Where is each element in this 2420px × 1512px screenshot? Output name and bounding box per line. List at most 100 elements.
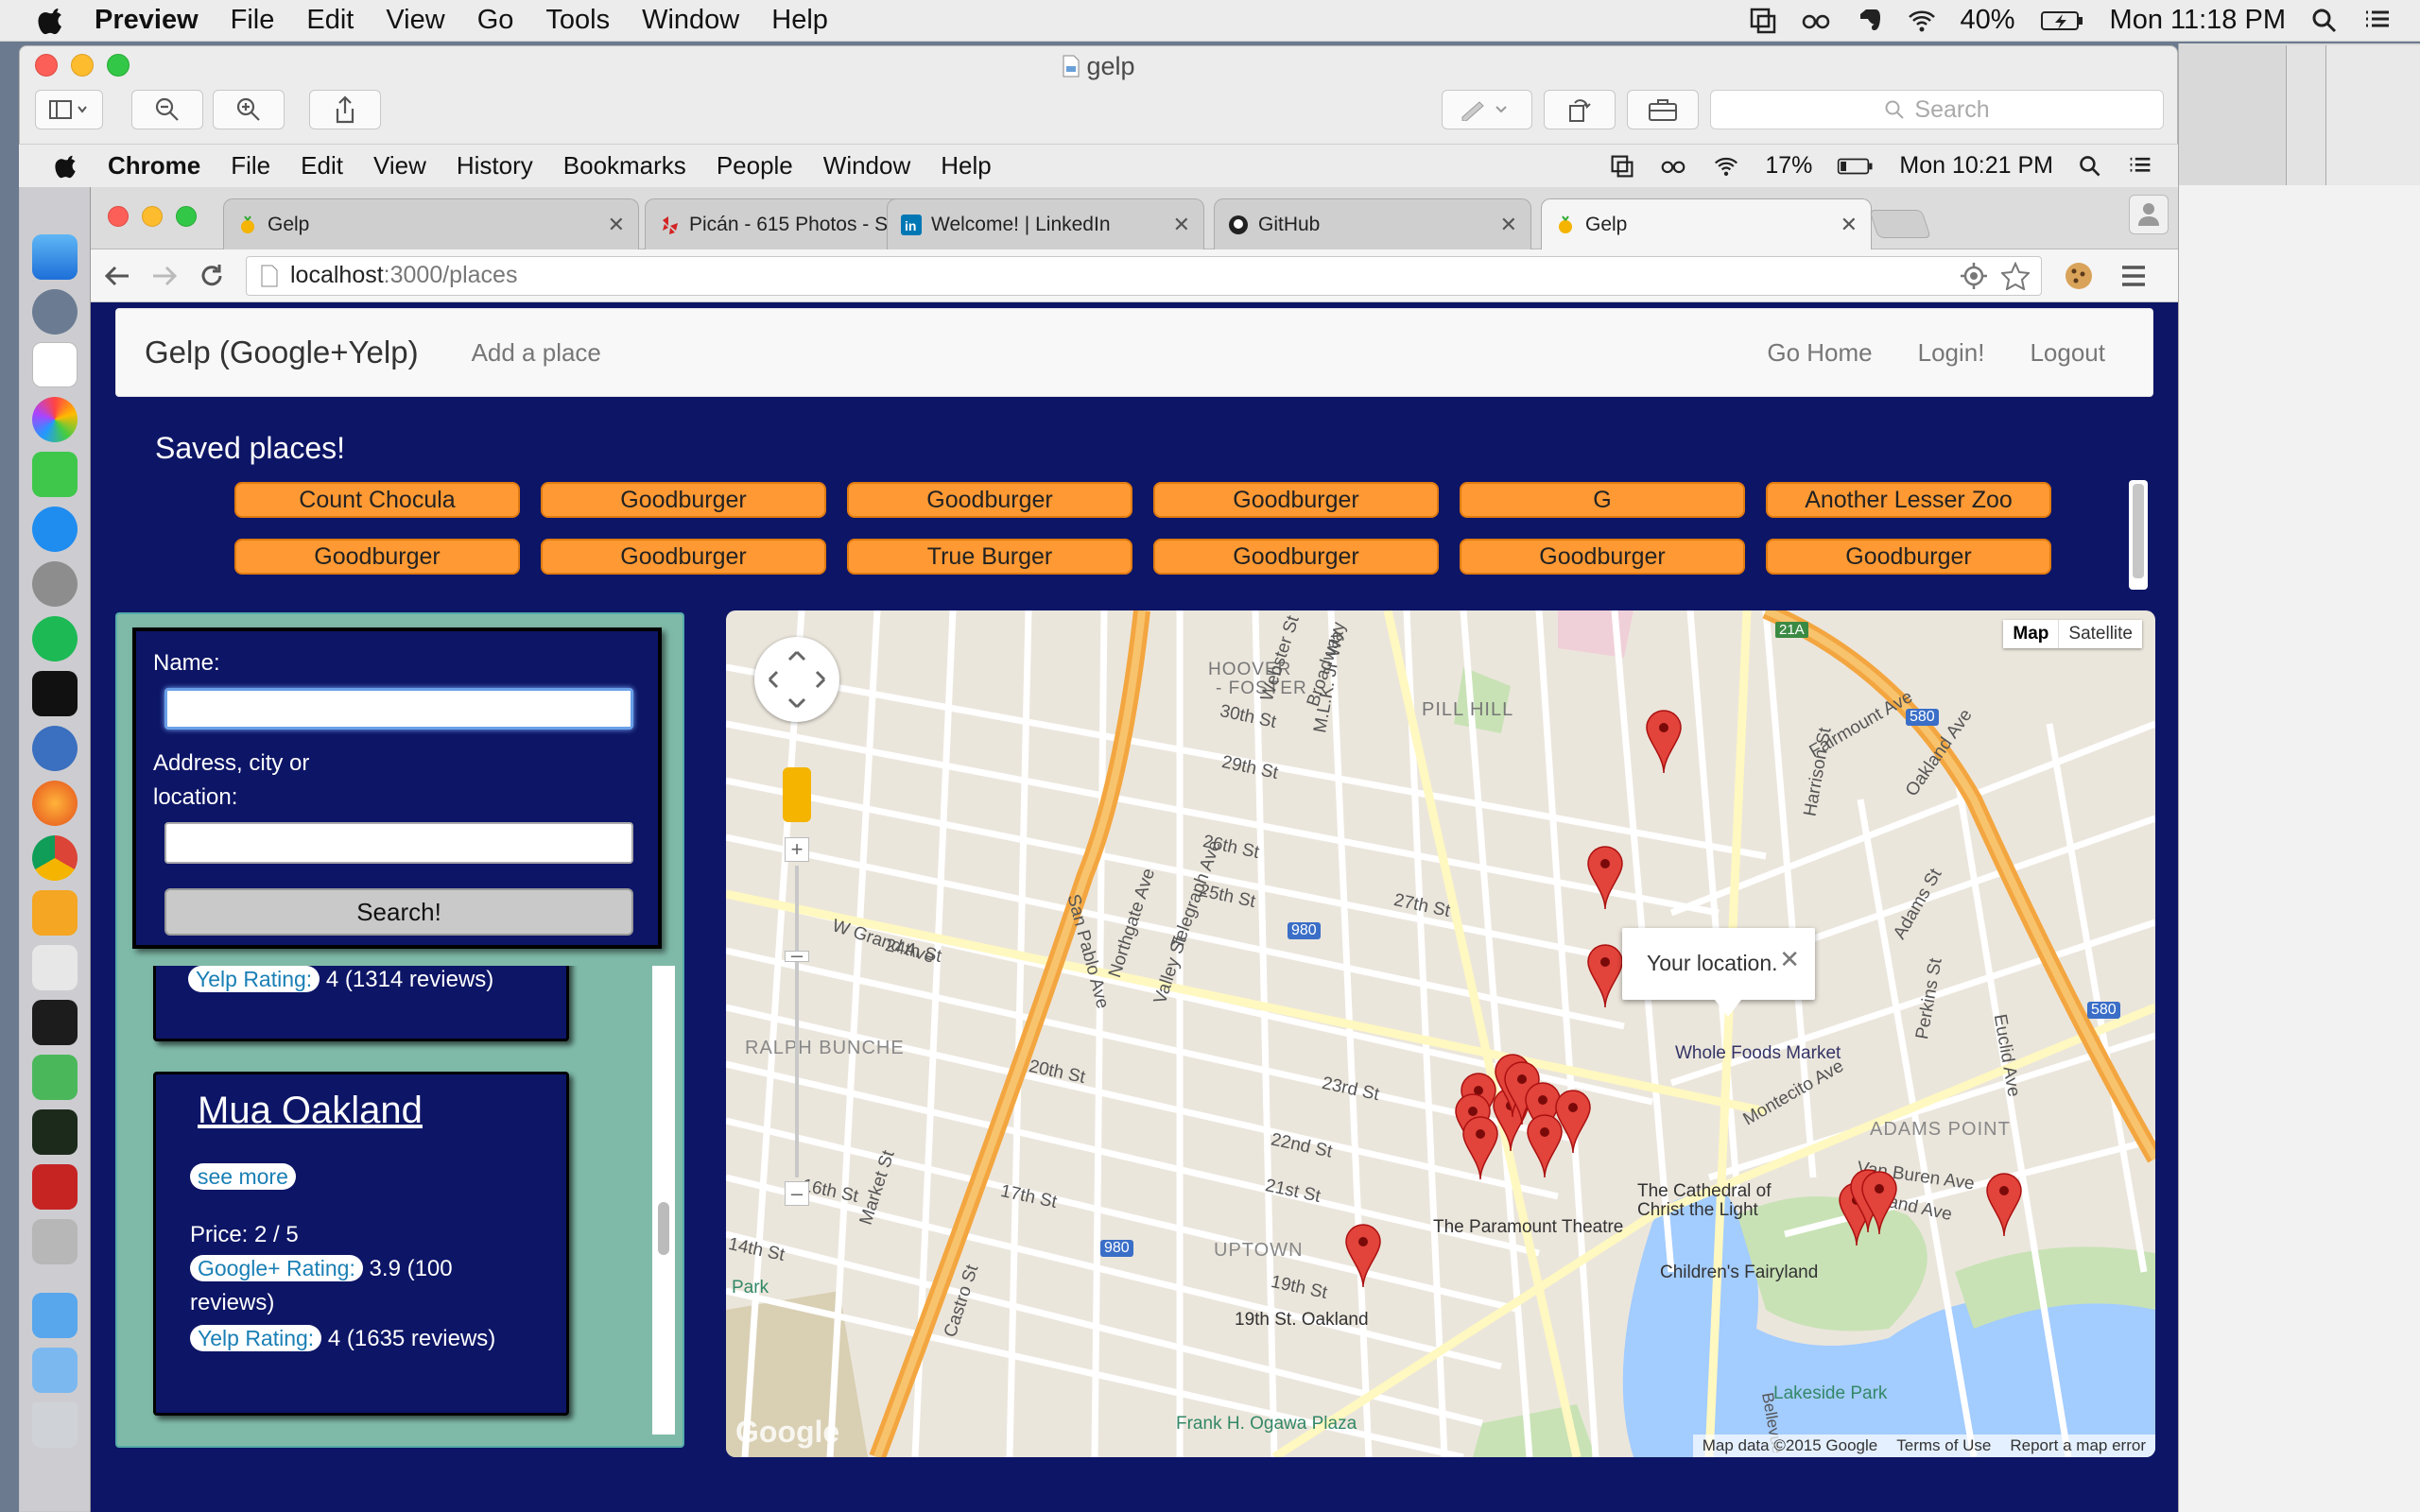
- glasses-icon[interactable]: [1659, 154, 1687, 179]
- zoom-out-button[interactable]: –: [785, 1181, 809, 1206]
- evernote-app-icon[interactable]: [32, 1055, 78, 1100]
- saved-place-button[interactable]: Goodburger: [1460, 539, 1745, 575]
- google-logo[interactable]: Google: [735, 1415, 839, 1450]
- tab-close-icon[interactable]: ✕: [1173, 213, 1190, 237]
- info-window-close-icon[interactable]: ✕: [1779, 945, 1800, 974]
- wifi-icon[interactable]: [1908, 7, 1936, 35]
- finder-icon[interactable]: [32, 234, 78, 280]
- slack-icon[interactable]: [32, 945, 78, 990]
- chrome-menu-view[interactable]: View: [373, 151, 426, 180]
- calendar-icon[interactable]: [32, 342, 78, 387]
- trash-icon[interactable]: [32, 1402, 78, 1448]
- saved-place-button[interactable]: True Burger: [847, 539, 1132, 575]
- photos-icon[interactable]: [32, 397, 78, 442]
- filezilla-icon[interactable]: [32, 1164, 78, 1210]
- battery-icon[interactable]: [2040, 7, 2085, 35]
- place-marker[interactable]: [1646, 710, 1682, 774]
- report-map-error-link[interactable]: Report a map error: [2010, 1436, 2146, 1455]
- place-marker[interactable]: [1345, 1224, 1381, 1288]
- notification-center-icon[interactable]: [2363, 7, 2392, 35]
- login-link[interactable]: Login!: [1918, 338, 1985, 368]
- system-preferences-icon[interactable]: [32, 561, 78, 607]
- saved-place-button[interactable]: Goodburger: [1766, 539, 2051, 575]
- chrome-menu-app[interactable]: Chrome: [108, 151, 200, 180]
- reload-button[interactable]: [191, 257, 233, 295]
- terms-of-use-link[interactable]: Terms of Use: [1896, 1436, 1991, 1455]
- facetime-icon[interactable]: [32, 452, 78, 497]
- tab-close-icon[interactable]: ✕: [1841, 213, 1858, 237]
- search-button[interactable]: Search!: [164, 888, 633, 936]
- chrome-menu-icon[interactable]: [2119, 262, 2148, 290]
- launchpad-icon[interactable]: [32, 289, 78, 335]
- menu-window[interactable]: Window: [642, 5, 739, 36]
- name-input[interactable]: [164, 688, 633, 730]
- apple-icon[interactable]: [55, 154, 79, 179]
- url-bar[interactable]: localhost:3000/places: [246, 255, 2042, 296]
- minimize-window-button[interactable]: [142, 206, 163, 227]
- brand-link[interactable]: Gelp (Google+Yelp): [145, 335, 419, 370]
- map-type-map-button[interactable]: Map: [2003, 620, 2060, 648]
- tab-close-icon[interactable]: ✕: [1500, 213, 1517, 237]
- chrome-menu-window[interactable]: Window: [823, 151, 910, 180]
- tab-gelp-1[interactable]: Gelp ✕: [223, 198, 639, 249]
- go-home-link[interactable]: Go Home: [1767, 338, 1872, 368]
- scrollbar-thumb[interactable]: [658, 1202, 669, 1255]
- see-more-button[interactable]: see more: [190, 1163, 296, 1190]
- place-marker[interactable]: [1587, 846, 1623, 910]
- saved-place-button[interactable]: Another Lesser Zoo: [1766, 482, 2051, 518]
- menu-file[interactable]: File: [231, 5, 275, 36]
- zoom-track[interactable]: [795, 866, 799, 1177]
- map-type-satellite-button[interactable]: Satellite: [2059, 620, 2142, 648]
- tab-close-icon[interactable]: ✕: [608, 213, 625, 237]
- sidebar-toggle-button[interactable]: [35, 90, 103, 129]
- battery-icon[interactable]: [1837, 154, 1875, 179]
- markup-button[interactable]: [1442, 90, 1532, 129]
- r-app-icon[interactable]: [32, 726, 78, 771]
- apple-icon[interactable]: [38, 7, 66, 35]
- map-pan-control[interactable]: [754, 637, 839, 722]
- menu-app-name[interactable]: Preview: [95, 5, 199, 36]
- scrollbar-thumb[interactable]: [2133, 484, 2144, 578]
- downloads-folder-icon[interactable]: [32, 1293, 78, 1338]
- address-input[interactable]: [164, 822, 633, 864]
- saved-place-button[interactable]: Count Chocula: [234, 482, 520, 518]
- chrome-menu-help[interactable]: Help: [941, 151, 991, 180]
- google-map[interactable]: HOOVER - FOSTER PILL HILL RALPH BUNCHE U…: [726, 610, 2155, 1457]
- saved-place-button[interactable]: G: [1460, 482, 1745, 518]
- tab-linkedin[interactable]: in Welcome! | LinkedIn ✕: [887, 198, 1204, 249]
- chrome-menu-bookmarks[interactable]: Bookmarks: [563, 151, 686, 180]
- chrome-menu-file[interactable]: File: [231, 151, 270, 180]
- chrome-icon[interactable]: [32, 835, 78, 881]
- results-scrollbar[interactable]: [652, 966, 675, 1435]
- saved-place-button[interactable]: Goodburger: [847, 482, 1132, 518]
- close-window-button[interactable]: [108, 206, 129, 227]
- toolbox-button[interactable]: [1627, 90, 1699, 129]
- new-tab-button[interactable]: [1869, 210, 1931, 238]
- place-marker[interactable]: [1555, 1090, 1591, 1154]
- street-view-pegman[interactable]: [783, 767, 811, 822]
- place-marker[interactable]: [1587, 944, 1623, 1008]
- spotlight-icon[interactable]: [2310, 7, 2339, 35]
- firefox-icon[interactable]: [32, 781, 78, 826]
- saved-place-button[interactable]: Goodburger: [541, 539, 826, 575]
- menu-help[interactable]: Help: [771, 5, 828, 36]
- zoom-slider-handle[interactable]: –: [785, 945, 809, 966]
- saved-places-scrollbar[interactable]: [2129, 480, 2148, 590]
- spotlight-icon[interactable]: [2078, 154, 2102, 179]
- display-mirror-icon[interactable]: [1749, 7, 1777, 35]
- spotify-icon[interactable]: [32, 616, 78, 662]
- profile-button[interactable]: [2129, 195, 2169, 234]
- chrome-menu-history[interactable]: History: [457, 151, 533, 180]
- glasses-icon[interactable]: [1802, 7, 1830, 35]
- bookmark-star-icon[interactable]: [2001, 261, 2030, 290]
- preview-search-field[interactable]: Search: [1710, 90, 2164, 129]
- forward-button[interactable]: [144, 257, 185, 295]
- app-store-icon[interactable]: [32, 507, 78, 552]
- menu-tools[interactable]: Tools: [545, 5, 610, 36]
- chrome-menu-edit[interactable]: Edit: [301, 151, 343, 180]
- menu-go[interactable]: Go: [477, 5, 514, 36]
- result-title-link[interactable]: Mua Oakland: [198, 1090, 423, 1132]
- menu-view[interactable]: View: [386, 5, 444, 36]
- share-button[interactable]: [309, 90, 381, 129]
- display-mirror-icon[interactable]: [1610, 154, 1634, 179]
